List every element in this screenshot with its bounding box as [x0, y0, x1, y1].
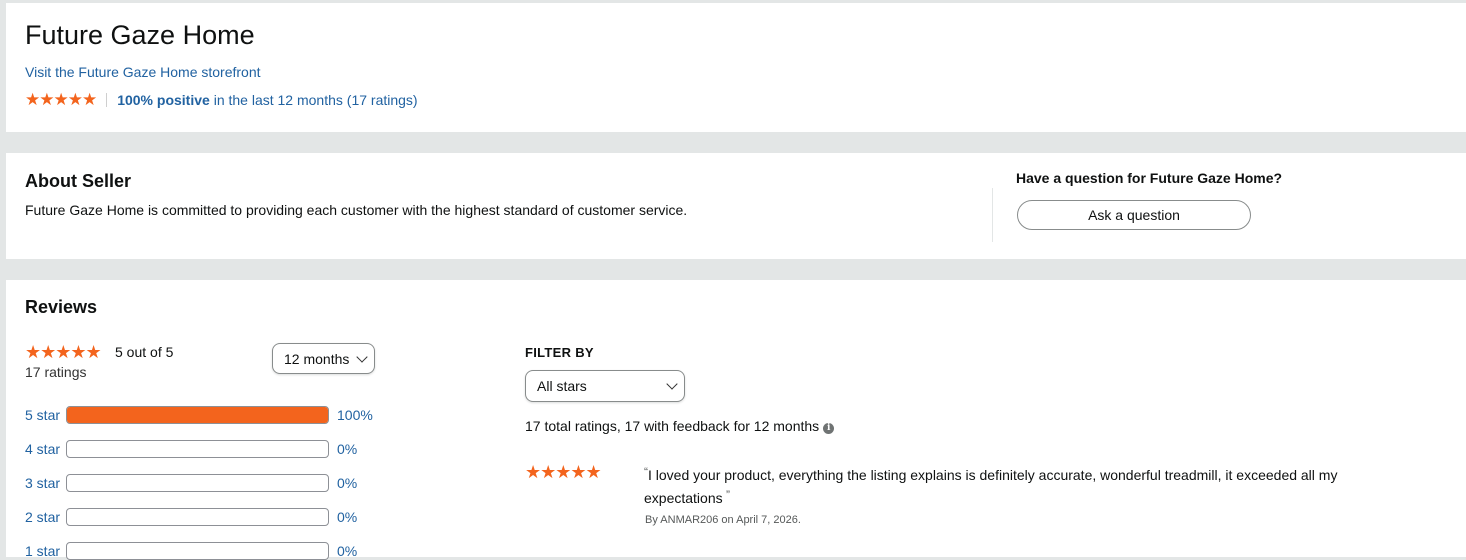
review-text: “I loved your product, everything the li… — [644, 462, 1374, 508]
ratings-count: 17 ratings — [25, 364, 87, 380]
ratings-summary: 17 total ratings, 17 with feedback for 1… — [525, 418, 835, 434]
overall-rating-text: 5 out of 5 — [115, 344, 174, 360]
star-level-link[interactable]: 5 star — [25, 407, 60, 423]
star-rating-icon: ★★★★★ — [25, 90, 97, 109]
chevron-down-icon — [356, 350, 368, 363]
rating-bar — [66, 508, 329, 526]
rating-percent: 100% — [337, 407, 373, 423]
star-level-link[interactable]: 4 star — [25, 441, 60, 457]
rating-percent: 0% — [337, 509, 358, 525]
ratings-summary-text: 17 total ratings, 17 with feedback for 1… — [525, 418, 820, 434]
close-quote-icon: ” — [722, 488, 730, 502]
reviews-title: Reviews — [25, 297, 98, 317]
about-seller-card: About Seller Future Gaze Home is committ… — [6, 153, 1466, 259]
positive-rating-link[interactable]: 100% positive in the last 12 months (17 … — [117, 92, 417, 108]
rating-bar — [66, 474, 329, 492]
about-seller-title: About Seller — [25, 171, 132, 191]
star-level-link[interactable]: 3 star — [25, 475, 60, 491]
ask-question-button[interactable]: Ask a question — [1017, 200, 1251, 230]
storefront-link[interactable]: Visit the Future Gaze Home storefront — [25, 64, 261, 80]
seller-header-card: Future Gaze Home Visit the Future Gaze H… — [6, 3, 1466, 132]
overall-star-icon: ★★★★★ — [25, 342, 102, 362]
star-filter-value: All stars — [537, 378, 587, 394]
positive-suffix: in the last 12 months (17 ratings) — [209, 91, 418, 108]
rating-bar — [66, 542, 329, 560]
star-filter-select[interactable]: All stars — [525, 370, 685, 402]
seller-name-title: Future Gaze Home — [25, 20, 255, 50]
rating-percent: 0% — [337, 475, 358, 491]
review-body: I loved your product, everything the lis… — [644, 467, 1338, 506]
rating-bar-fill — [67, 407, 328, 423]
filter-by-title: FILTER BY — [525, 345, 594, 360]
star-level-link[interactable]: 2 star — [25, 509, 60, 525]
review-byline: By ANMAR206 on April 7, 2026. — [645, 514, 801, 526]
info-icon[interactable]: i — [823, 423, 835, 434]
period-select[interactable]: 12 months — [272, 343, 375, 374]
chevron-down-icon — [666, 378, 678, 390]
rating-bar — [66, 406, 329, 424]
rating-percent: 0% — [337, 441, 358, 457]
reviews-card: Reviews ★★★★★ 5 out of 5 17 ratings 12 m… — [6, 280, 1466, 560]
question-title: Have a question for Future Gaze Home? — [1016, 170, 1283, 186]
divider — [106, 92, 108, 107]
period-select-value: 12 months — [284, 350, 350, 367]
rating-bar — [66, 440, 329, 458]
positive-percent: 100% positive — [117, 91, 210, 108]
vertical-divider — [992, 188, 993, 242]
review-star-icon: ★★★★★ — [525, 462, 602, 482]
about-seller-description: Future Gaze Home is committed to providi… — [25, 202, 688, 218]
seller-rating-row: ★★★★★ 100% positive in the last 12 month… — [25, 91, 418, 108]
